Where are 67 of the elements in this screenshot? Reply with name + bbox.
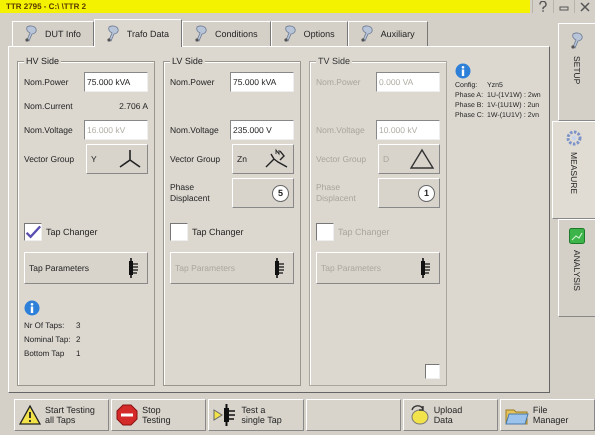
field-label: Nom.Power [24, 77, 70, 87]
window-title: TTR 2795 - C:\ \TTR 2 [6, 2, 86, 11]
tab[interactable]: DUT Info [12, 21, 94, 46]
vector-group-button[interactable]: Zn [232, 144, 294, 174]
side-tab[interactable]: MEASURE [552, 121, 595, 219]
delta-connection-icon [409, 148, 435, 170]
info-icon [24, 300, 40, 316]
info-label: Nominal Tap: [24, 334, 72, 344]
wrench-icon [282, 25, 298, 43]
checkbox[interactable] [24, 223, 42, 241]
clock-icon: 1 [418, 184, 435, 202]
info-value: 2 [76, 334, 80, 344]
checkbox-label: Tap Changer [192, 227, 244, 237]
tab[interactable]: Auxiliary [348, 21, 428, 46]
stop-sign-icon [116, 404, 138, 426]
plug-icon [213, 404, 238, 426]
group-title: HV Side [24, 56, 62, 66]
checkbox[interactable] [170, 223, 188, 241]
vector-group-button[interactable]: Y [86, 144, 148, 174]
field-label: Vector Group [170, 154, 222, 164]
info-label: Bottom Tap [24, 348, 66, 358]
field-label: Nom.Voltage [24, 125, 74, 135]
input-field[interactable]: 75.000 kVA [230, 72, 294, 92]
tab[interactable]: Conditions [182, 21, 271, 46]
tab[interactable]: Trafo Data [94, 19, 182, 47]
chart-icon [569, 228, 585, 244]
side-tab[interactable]: SETUP [558, 23, 595, 121]
info-value: 1 [76, 348, 80, 358]
side-tab[interactable]: ANALYSIS [558, 219, 595, 317]
toolbar-button[interactable]: Stop Testing [111, 399, 206, 431]
wrench-icon [193, 25, 210, 43]
info-value: 3 [76, 320, 80, 330]
toolbar-button[interactable]: Test a single Tap [208, 399, 304, 431]
field-value: 2.706 A [118, 101, 148, 111]
warning-icon [19, 405, 41, 425]
input-field[interactable]: 75.000 kVA [84, 72, 148, 92]
close-icon [580, 2, 590, 12]
gear-icon [566, 130, 582, 146]
checkbox-label: Tap Changer [46, 227, 98, 237]
wrench-icon [569, 32, 585, 50]
help-icon [538, 1, 548, 12]
info-icon [455, 63, 471, 79]
field-label: Nom.Voltage [170, 125, 220, 135]
plug-icon [127, 258, 139, 278]
input-field[interactable]: 235.000 V [230, 120, 294, 140]
wrench-icon [104, 24, 121, 42]
field-label: Phase Displacent [170, 182, 211, 204]
clock-icon: 5 [272, 184, 289, 202]
field-label: Nom.Power [170, 77, 216, 87]
field-label: Nom.Current [24, 101, 74, 111]
wrench-icon [23, 25, 39, 43]
plug-icon [419, 258, 431, 278]
wrench-icon [358, 25, 375, 43]
toolbar-button[interactable]: Start Testing all Taps [14, 399, 110, 431]
info-label: Nr Of Taps: [24, 320, 66, 330]
blank-button[interactable] [306, 399, 401, 431]
tab[interactable]: Options [270, 21, 348, 46]
zigzag-connection-icon [263, 148, 289, 170]
tap-parameters-button[interactable]: Tap Parameters [24, 252, 148, 284]
plug-icon [273, 258, 285, 278]
star-connection-icon [117, 148, 143, 170]
phase-button[interactable]: 5 [232, 178, 294, 208]
group-title: TV Side [316, 56, 352, 66]
field-label: Vector Group [24, 154, 76, 164]
toolbar-button[interactable]: Upload Data [402, 399, 498, 431]
toolbar-button[interactable]: File Manager [500, 399, 595, 431]
group-title: LV Side [170, 56, 205, 66]
